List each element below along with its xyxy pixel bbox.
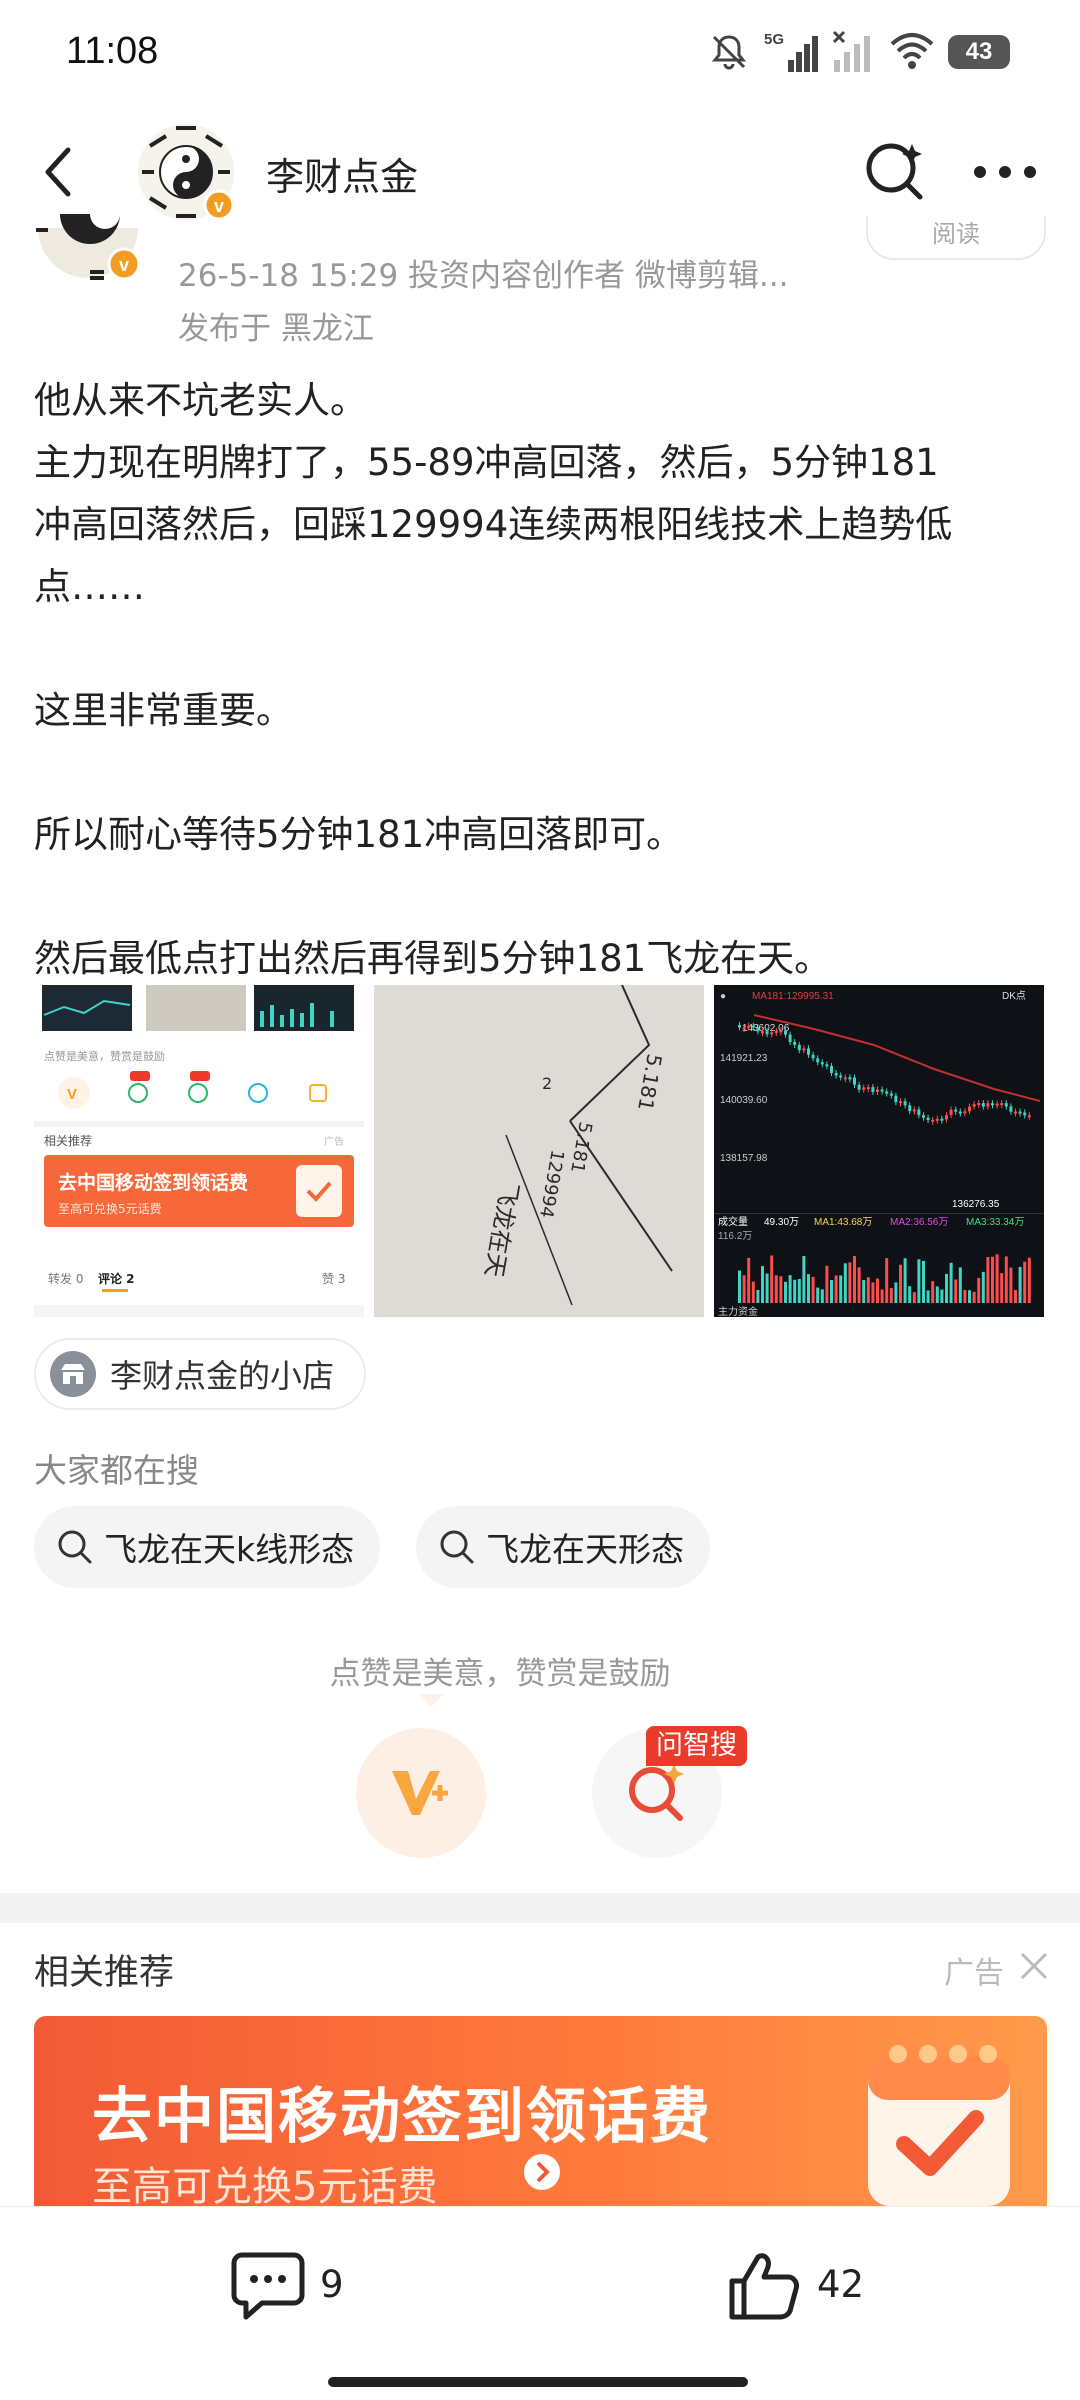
post-image-1[interactable]: 点赞是美意，赞赏是鼓励 V 相关推荐 广告 去中国移动签到领话费 至高可兑换5元… <box>34 985 364 1317</box>
arrow-right-icon <box>524 2154 560 2190</box>
shop-label: 李财点金的小店 <box>110 1357 335 1395</box>
svg-text:49.30万: 49.30万 <box>764 1217 799 1228</box>
post-text-line: 他从来不坑老实人。 <box>34 379 367 422</box>
reward-note: 点赞是美意，赞赏是鼓励 <box>329 1656 671 1692</box>
section-divider <box>0 1893 1080 1923</box>
more-icon[interactable] <box>970 152 1040 192</box>
ai-search-badge: 问智搜 <box>646 1726 747 1766</box>
svg-text:点赞是美意，赞赏是鼓励: 点赞是美意，赞赏是鼓励 <box>44 1049 165 1063</box>
like-count[interactable]: 42 <box>817 2263 864 2306</box>
post-text-line: 所以耐心等待5分钟181冲高回落即可。 <box>34 813 684 856</box>
post-text-line: 点…… <box>34 565 145 608</box>
svg-text:MA181:129995.31: MA181:129995.31 <box>752 991 834 1002</box>
svg-text:成交量: 成交量 <box>718 1215 748 1228</box>
svg-text:V: V <box>67 1086 77 1103</box>
svg-text:MA3:33.34万: MA3:33.34万 <box>966 1217 1024 1228</box>
svg-text:评论 2: 评论 2 <box>98 1271 135 1286</box>
svg-text:至高可兑换5元话费: 至高可兑换5元话费 <box>58 1201 162 1216</box>
search-icon <box>58 1530 92 1564</box>
search-icon <box>440 1530 474 1564</box>
shop-icon <box>50 1351 96 1397</box>
tip-button[interactable] <box>356 1728 486 1858</box>
svg-text:转发 0: 转发 0 <box>48 1271 83 1286</box>
comment-icon[interactable] <box>230 2251 306 2321</box>
ad-headline: 去中国移动签到领话费 <box>92 2082 712 2152</box>
post-image-3[interactable]: ● MA181:129995.31 DK点 143602.06 141921.2… <box>714 985 1044 1317</box>
post-image-2[interactable]: 5.181 5.181 129994 飞龙在天 2 <box>374 985 704 1317</box>
svg-text:赞 3: 赞 3 <box>322 1272 345 1286</box>
status-bar: 11:08 5G 43 <box>0 0 1080 105</box>
svg-text:140039.60: 140039.60 <box>720 1095 768 1106</box>
svg-text:136276.35: 136276.35 <box>952 1199 1000 1210</box>
svg-text:5G: 5G <box>764 31 784 48</box>
search-tag-label: 飞龙在天形态 <box>486 1530 684 1569</box>
svg-text:主力资金: 主力资金 <box>718 1305 758 1317</box>
search-tag-1[interactable]: 飞龙在天k线形态 <box>34 1506 381 1588</box>
screenshot-thumbnail-image: 点赞是美意，赞赏是鼓励 V 相关推荐 广告 去中国移动签到领话费 至高可兑换5元… <box>34 985 364 1317</box>
post-text-line: 冲高回落然后，回踩129994连续两根阳线技术上趋势低 <box>34 503 953 546</box>
search-tag-label: 飞龙在天k线形态 <box>104 1530 355 1569</box>
back-icon[interactable] <box>28 140 92 204</box>
post-time-source: 26-5-18 15:29 投资内容创作者 微博剪辑... <box>178 258 789 294</box>
related-title: 相关推荐 <box>34 1953 175 1993</box>
svg-text:DK点: DK点 <box>1002 990 1026 1002</box>
svg-text:相关推荐: 相关推荐 <box>44 1134 92 1148</box>
kline-chart-image: ● MA181:129995.31 DK点 143602.06 141921.2… <box>714 985 1044 1317</box>
status-time: 11:08 <box>66 30 159 72</box>
comment-count[interactable]: 9 <box>320 2263 344 2306</box>
ai-search-icon[interactable] <box>862 138 928 204</box>
wifi-icon <box>890 33 934 69</box>
post-location: 发布于 黑龙江 <box>178 311 374 347</box>
thumbs-up-icon[interactable] <box>726 2249 800 2323</box>
reward-note-pointer <box>418 1694 444 1707</box>
ad-banner[interactable]: 去中国移动签到领话费 至高可兑换5元话费 <box>34 2016 1047 2206</box>
svg-text:2: 2 <box>542 1074 552 1093</box>
svg-text:去中国移动签到领话费: 去中国移动签到领话费 <box>58 1171 248 1194</box>
author-shop-button[interactable]: 李财点金的小店 <box>34 1338 366 1410</box>
signal-5g-icon: 5G <box>764 31 818 72</box>
author-name[interactable]: 李财点金 <box>266 146 418 201</box>
svg-text:●: ● <box>720 991 726 1002</box>
svg-text:116.2万: 116.2万 <box>718 1231 752 1242</box>
post-text-line: 这里非常重要。 <box>34 689 293 732</box>
svg-text:v: v <box>119 255 129 275</box>
close-icon[interactable] <box>1018 1950 1050 1982</box>
ad-label: 广告 <box>944 1956 1004 1991</box>
post-text-line: 主力现在明牌打了，55-89冲高回落，然后，5分钟181 <box>34 441 939 484</box>
ai-search-icon <box>629 1764 684 1821</box>
svg-text:v: v <box>214 196 224 216</box>
mute-icon <box>711 35 747 70</box>
read-count-pill: 阅读 <box>866 216 1046 260</box>
calendar-check-icon <box>868 2045 1010 2206</box>
home-indicator <box>328 2377 748 2387</box>
author-avatar[interactable]: v <box>136 122 236 222</box>
ad-subline: 至高可兑换5元话费 <box>92 2164 438 2206</box>
bottom-action-bar: 9 42 <box>0 2206 1080 2400</box>
svg-text:138157.98: 138157.98 <box>720 1153 768 1164</box>
v-plus-icon <box>392 1771 448 1815</box>
status-icons: 5G 43 <box>708 30 1010 74</box>
signal-icon <box>832 30 870 72</box>
search-tag-2[interactable]: 飞龙在天形态 <box>416 1506 710 1588</box>
trending-search-heading: 大家都在搜 <box>34 1451 199 1490</box>
post-text-line: 然后最低点打出然后再得到5分钟181飞龙在天。 <box>34 937 832 980</box>
svg-text:广告: 广告 <box>324 1135 344 1148</box>
svg-text:MA2:36.56万: MA2:36.56万 <box>890 1217 948 1228</box>
top-nav-bar: v 李财点金 <box>0 112 1080 232</box>
svg-text:141921.23: 141921.23 <box>720 1053 768 1064</box>
svg-text:MA1:43.68万: MA1:43.68万 <box>814 1217 872 1228</box>
post-author-avatar[interactable]: v <box>30 208 146 288</box>
battery-icon: 43 <box>948 35 1010 69</box>
handwritten-sketch-image: 5.181 5.181 129994 飞龙在天 2 <box>374 985 704 1317</box>
